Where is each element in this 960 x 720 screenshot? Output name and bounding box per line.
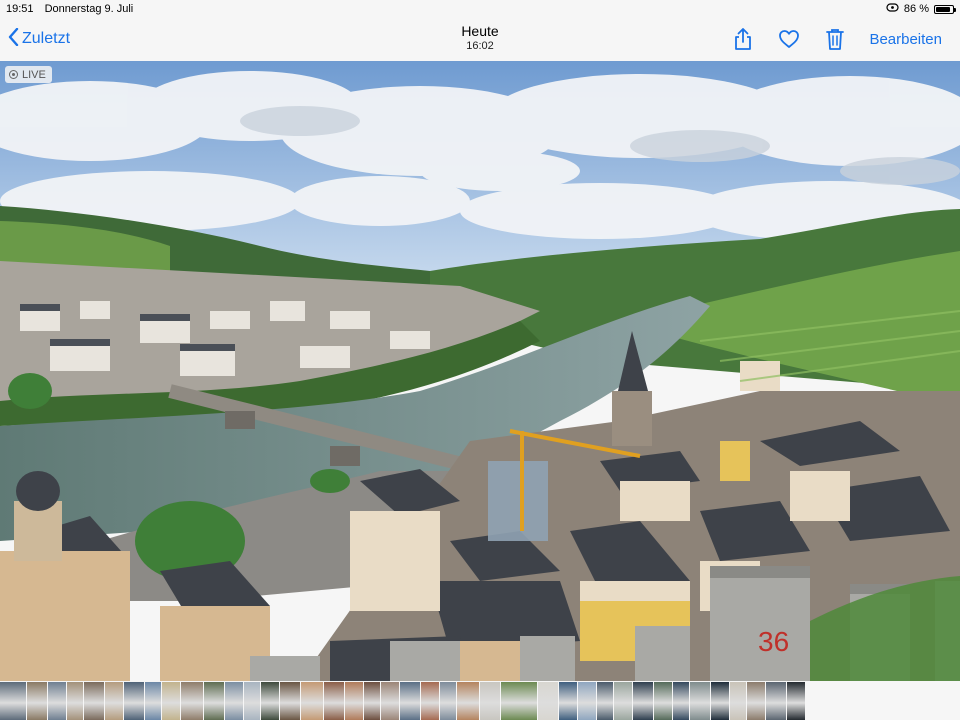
photo-thumbnail[interactable] — [48, 682, 66, 720]
photo-thumbnail[interactable] — [301, 682, 323, 720]
photo-thumbnail[interactable] — [145, 682, 161, 720]
photo-thumbnail[interactable] — [787, 682, 805, 720]
photo-thumbnail[interactable] — [181, 682, 203, 720]
battery-level — [936, 6, 950, 12]
status-bar: 19:51 Donnerstag 9. Juli 86 % — [0, 0, 960, 18]
photo-thumbnail[interactable] — [457, 682, 479, 720]
photo-thumbnail[interactable] — [27, 682, 47, 720]
photo-thumbnail[interactable] — [280, 682, 300, 720]
photo-thumbnail[interactable] — [364, 682, 380, 720]
photo-thumbnail[interactable] — [261, 682, 279, 720]
navigation-bar: Zuletzt Heute 16:02 Bearbeiten — [0, 18, 960, 61]
photo-image: 36 — [0, 61, 960, 681]
edit-button[interactable]: Bearbeiten — [869, 31, 942, 48]
photo-time-subtitle: 16:02 — [466, 40, 494, 52]
photo-thumbnail[interactable] — [730, 682, 746, 720]
photo-thumbnail[interactable] — [711, 682, 729, 720]
battery-icon — [934, 4, 956, 14]
photo-thumbnail[interactable] — [747, 682, 765, 720]
photo-thumbnail[interactable] — [204, 682, 224, 720]
sign-number: 36 — [758, 626, 789, 657]
chevron-left-icon — [8, 27, 19, 51]
thumbnail-strip[interactable] — [0, 682, 960, 720]
photo-thumbnail[interactable] — [440, 682, 456, 720]
status-time: 19:51 — [6, 3, 34, 15]
photo-thumbnail[interactable] — [597, 682, 613, 720]
battery-percent: 86 % — [903, 3, 929, 15]
photo-thumbnail[interactable] — [324, 682, 344, 720]
photo-thumbnail[interactable] — [654, 682, 672, 720]
photo-thumbnail[interactable] — [673, 682, 689, 720]
photo-date-title: Heute — [461, 23, 499, 39]
photo-view[interactable]: 36 LIVE — [0, 61, 960, 681]
share-icon[interactable] — [731, 27, 755, 51]
trash-icon[interactable] — [823, 27, 847, 51]
heart-icon[interactable] — [777, 27, 801, 51]
photo-thumbnail[interactable] — [538, 682, 558, 720]
photo-thumbnail[interactable] — [105, 682, 123, 720]
photo-thumbnail[interactable] — [400, 682, 420, 720]
live-photo-badge[interactable]: LIVE — [5, 66, 52, 83]
live-label: LIVE — [22, 68, 46, 81]
photo-thumbnail[interactable] — [690, 682, 710, 720]
photo-title: Heute 16:02 — [380, 23, 580, 53]
photo-thumbnail[interactable] — [0, 682, 26, 720]
photo-thumbnail[interactable] — [578, 682, 596, 720]
photo-thumbnail[interactable] — [84, 682, 104, 720]
photo-thumbnail[interactable] — [480, 682, 500, 720]
photo-thumbnail[interactable] — [614, 682, 632, 720]
photo-thumbnail[interactable] — [124, 682, 144, 720]
photo-thumbnail[interactable] — [421, 682, 439, 720]
photo-thumbnail[interactable] — [501, 682, 537, 720]
photo-thumbnail[interactable] — [559, 682, 577, 720]
photo-thumbnail[interactable] — [162, 682, 180, 720]
photo-thumbnail[interactable] — [766, 682, 786, 720]
live-photo-icon — [9, 70, 18, 79]
status-date: Donnerstag 9. Juli — [44, 3, 134, 15]
photo-thumbnail[interactable] — [244, 682, 260, 720]
photo-thumbnail[interactable] — [67, 682, 83, 720]
back-label: Zuletzt — [22, 30, 71, 47]
back-button[interactable]: Zuletzt — [8, 27, 70, 51]
photo-thumbnail[interactable] — [225, 682, 243, 720]
screen-rotation-lock-icon — [886, 0, 899, 18]
photo-thumbnail[interactable] — [381, 682, 399, 720]
photo-thumbnail[interactable] — [345, 682, 363, 720]
photo-thumbnail[interactable] — [633, 682, 653, 720]
